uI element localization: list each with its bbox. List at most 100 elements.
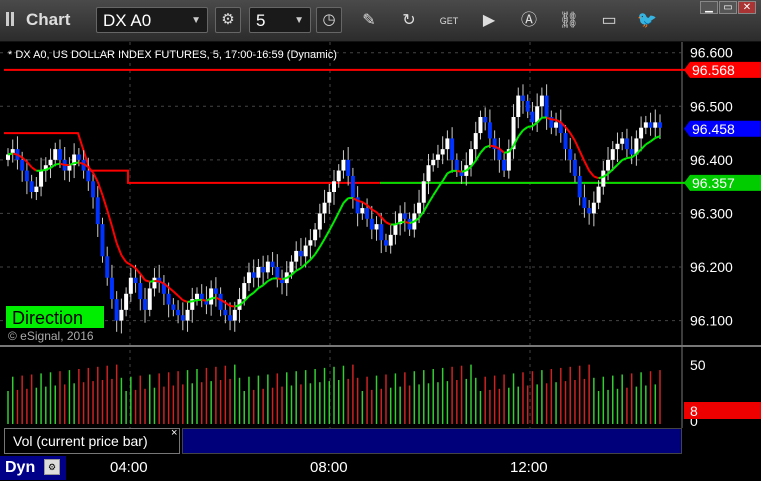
candle-body xyxy=(34,186,39,192)
pane-separator[interactable] xyxy=(0,345,761,347)
ma-segment xyxy=(59,162,65,166)
candle-body xyxy=(119,309,124,321)
candle-body xyxy=(317,213,322,230)
chat-icon[interactable]: ▭ xyxy=(598,10,620,32)
ma-segment xyxy=(234,304,240,308)
ma-segment xyxy=(191,299,198,303)
candle-body xyxy=(407,218,412,230)
candle-body xyxy=(176,309,181,316)
gear-button[interactable]: ⚙ xyxy=(215,7,241,33)
dyn-settings-icon[interactable]: ⚙ xyxy=(44,459,60,475)
app-title: Chart xyxy=(26,10,71,29)
direction-label: Direction xyxy=(12,308,83,328)
candle-body xyxy=(289,261,294,273)
ma-segment xyxy=(461,169,467,173)
price-chart[interactable]: 96.600 96.500 96.400 96.300 96.200 96.100 96.… xyxy=(0,42,761,428)
candle-body xyxy=(313,229,318,241)
candle-body xyxy=(180,315,185,321)
price-tag-text: 96.357 xyxy=(692,175,735,191)
candle-body xyxy=(109,277,114,300)
candle-body xyxy=(298,250,303,257)
candle-body xyxy=(228,315,233,321)
candle-body xyxy=(421,181,426,203)
candle-body xyxy=(100,224,105,257)
candle-body xyxy=(199,293,204,300)
candle-body xyxy=(346,159,351,176)
ma-segment xyxy=(281,277,288,281)
get-icon[interactable]: GET xyxy=(438,10,460,32)
candle-body xyxy=(487,122,492,139)
volume-study-close[interactable]: × xyxy=(171,427,177,439)
candle-body xyxy=(639,127,644,139)
time-label-0800: 08:00 xyxy=(310,459,348,476)
pencil-icon[interactable]: ✎ xyxy=(358,10,380,32)
candle-body xyxy=(67,165,72,171)
candle-body xyxy=(544,95,549,117)
candle-body xyxy=(393,224,398,235)
vol-tag-value: 8 xyxy=(690,403,698,419)
clock-button[interactable]: ◷ xyxy=(316,7,342,33)
candle-body xyxy=(322,202,327,214)
candle-body xyxy=(648,122,653,128)
candle-body xyxy=(91,181,96,198)
candle-body xyxy=(615,143,620,150)
y-tick-label: 96.600 xyxy=(690,45,733,61)
symbol-input[interactable]: DX A0 ▼ xyxy=(96,7,208,33)
ma-segment xyxy=(12,152,18,156)
ma-segment xyxy=(527,125,533,128)
candle-body xyxy=(653,122,658,128)
interval-dropdown-icon[interactable]: ▼ xyxy=(294,8,304,34)
candle-body xyxy=(171,304,176,310)
price-tag: 96.357 xyxy=(684,174,761,191)
candle-body xyxy=(327,192,332,203)
close-button[interactable]: ✕ xyxy=(738,1,756,14)
candle-body xyxy=(388,234,393,246)
ma-segment xyxy=(489,144,495,148)
candle-body xyxy=(624,138,629,150)
candle-body xyxy=(185,309,190,321)
volume-study-label[interactable]: Vol (current price bar) xyxy=(4,428,180,454)
candle-body xyxy=(350,175,355,198)
candle-body xyxy=(275,267,280,278)
candle-body xyxy=(596,186,601,203)
candle-body xyxy=(539,95,544,107)
candle-body xyxy=(261,267,266,273)
interval-input[interactable]: 5 ▼ xyxy=(249,7,311,33)
candle-body xyxy=(601,170,606,187)
ma-segment xyxy=(503,151,509,154)
candle-body xyxy=(124,293,129,310)
candle-body xyxy=(554,122,559,128)
candle-body xyxy=(568,149,573,160)
refresh-icon[interactable]: ↻ xyxy=(398,10,420,32)
candle-body xyxy=(383,240,388,246)
candle-body xyxy=(563,133,568,150)
restore-button[interactable]: ▭ xyxy=(719,1,737,14)
candle-body xyxy=(57,149,62,160)
symbol-dropdown-icon[interactable]: ▼ xyxy=(191,8,201,34)
titlebar: Chart DX A0 ▼ ⚙ 5 ▼ ◷ ✎ ↻ GET ▶ Ⓐ ⛓ ▭ 🐦 … xyxy=(0,0,761,42)
price-tag: 96.458 xyxy=(684,120,761,137)
chart-app-icon xyxy=(6,12,22,26)
ma-segment xyxy=(144,279,151,283)
play-icon[interactable]: ▶ xyxy=(478,10,500,32)
interval-value: 5 xyxy=(256,11,266,30)
candle-body xyxy=(53,149,58,160)
vol-tick-50: 50 xyxy=(690,357,706,373)
candle-body xyxy=(39,170,44,187)
price-tag-text: 96.458 xyxy=(692,121,735,137)
watermark: © eSignal, 2016 xyxy=(8,329,94,343)
ma-segment xyxy=(598,175,604,180)
ma-segment xyxy=(277,277,283,281)
twitter-icon[interactable]: 🐦 xyxy=(636,10,658,32)
candle-body xyxy=(426,165,431,182)
candle-body xyxy=(606,159,611,171)
link-icon[interactable]: ⛓ xyxy=(558,10,580,32)
y-tick-label: 96.100 xyxy=(690,313,733,329)
candle-body xyxy=(516,95,521,117)
clock-icon: ◷ xyxy=(322,11,336,28)
ma-segment xyxy=(551,118,557,121)
candle-body xyxy=(251,272,256,278)
candle-body xyxy=(48,159,53,166)
alert-icon[interactable]: Ⓐ xyxy=(518,10,540,32)
minimize-button[interactable]: ▁ xyxy=(700,1,718,14)
